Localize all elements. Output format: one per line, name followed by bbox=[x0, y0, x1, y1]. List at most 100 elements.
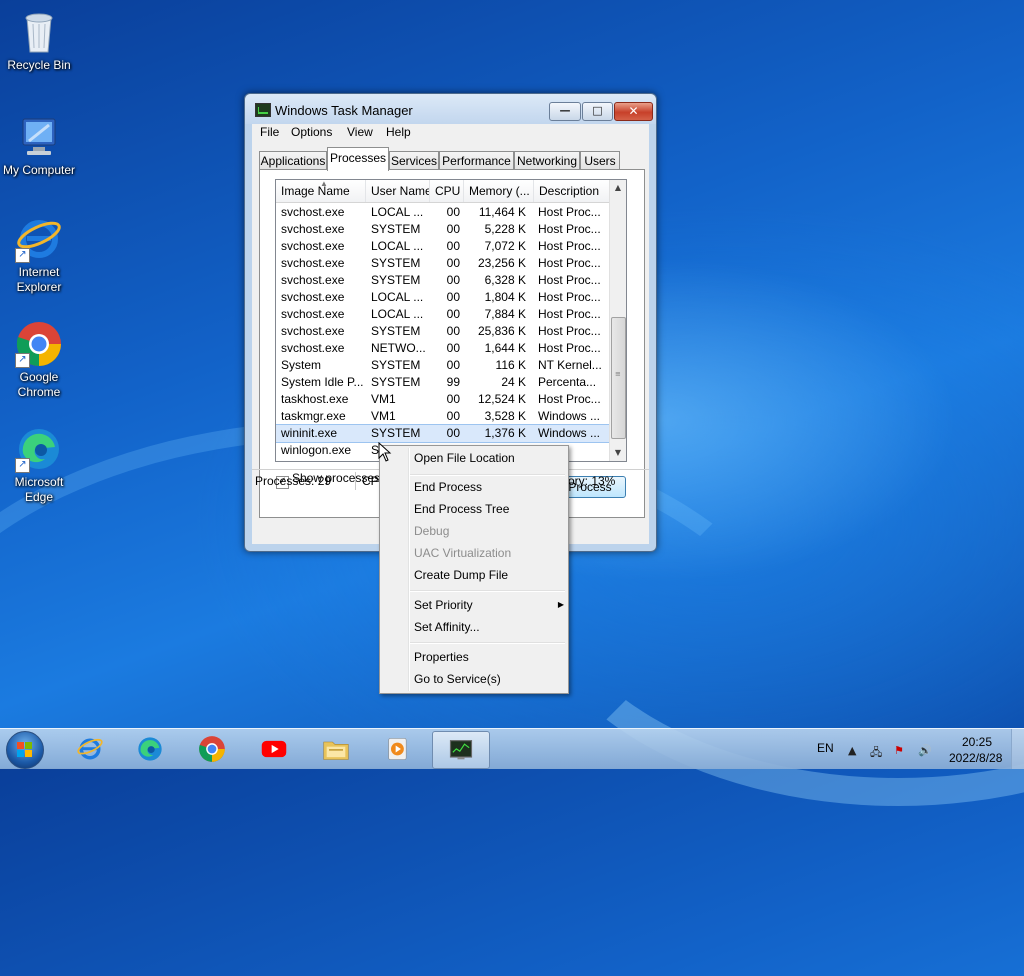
menu-set-affinity[interactable]: Set Affinity... bbox=[414, 617, 480, 637]
menu-set-priority[interactable]: Set Priority ▶ bbox=[414, 595, 564, 615]
mouse-cursor-icon bbox=[378, 442, 392, 462]
microsoft-edge-icon bbox=[138, 737, 162, 761]
cell-cpu: 00 bbox=[446, 205, 460, 219]
taskbar-youtube[interactable] bbox=[246, 731, 302, 767]
table-row[interactable]: taskhost.exe VM1 00 12,524 K Host Proc... bbox=[276, 391, 610, 408]
task-manager-icon bbox=[449, 740, 473, 760]
menu-open-file-location[interactable]: Open File Location bbox=[414, 448, 515, 468]
network-icon[interactable]: 🖧 bbox=[870, 744, 882, 763]
google-chrome-icon bbox=[199, 736, 225, 762]
column-memory[interactable]: Memory (... bbox=[464, 180, 534, 202]
language-indicator[interactable]: EN bbox=[817, 741, 834, 755]
table-row[interactable]: svchost.exe SYSTEM 00 6,328 K Host Proc... bbox=[276, 272, 610, 289]
cell-cpu: 00 bbox=[446, 239, 460, 253]
sort-up-icon: ▲ bbox=[320, 180, 328, 188]
scroll-up-icon[interactable]: ▲ bbox=[610, 180, 626, 196]
close-icon: ✕ bbox=[628, 104, 639, 118]
cell-name: svchost.exe bbox=[281, 273, 345, 287]
status-processes: Processes: 29 bbox=[255, 474, 332, 488]
cell-name: taskmgr.exe bbox=[281, 409, 346, 423]
desktop-icon-my-computer[interactable]: My Computer bbox=[0, 113, 78, 178]
scroll-down-icon[interactable]: ▼ bbox=[610, 445, 626, 461]
action-center-icon[interactable]: ⚑ bbox=[894, 744, 904, 757]
column-description[interactable]: Description bbox=[534, 180, 610, 202]
desktop-icon-google-chrome[interactable]: ↗ Google Chrome bbox=[0, 320, 78, 400]
cell-mem: 5,228 K bbox=[484, 222, 526, 236]
table-row[interactable]: svchost.exe NETWO... 00 1,644 K Host Proc... bbox=[276, 340, 610, 357]
cell-cpu: 00 bbox=[446, 222, 460, 236]
cell-name: svchost.exe bbox=[281, 205, 345, 219]
tab-networking[interactable]: Networking bbox=[514, 151, 580, 170]
start-button[interactable] bbox=[6, 731, 44, 769]
cell-user: SYSTEM bbox=[371, 426, 421, 440]
table-row[interactable]: taskmgr.exe VM1 00 3,528 K Windows ... bbox=[276, 408, 610, 425]
clock-time[interactable]: 20:25 bbox=[962, 735, 992, 749]
tab-applications[interactable]: Applications bbox=[259, 151, 327, 170]
show-hidden-icons-icon[interactable]: ▲ bbox=[848, 744, 856, 757]
scroll-thumb[interactable]: ≡ bbox=[611, 317, 626, 439]
maximize-button[interactable]: □ bbox=[582, 102, 613, 121]
tab-services[interactable]: Services bbox=[389, 151, 439, 170]
youtube-icon bbox=[261, 740, 287, 758]
cell-desc: Host Proc... bbox=[538, 307, 601, 321]
menu-file[interactable]: File bbox=[260, 125, 279, 139]
tab-processes[interactable]: Processes bbox=[327, 147, 389, 171]
menu-view[interactable]: View bbox=[347, 125, 373, 139]
cell-name: svchost.exe bbox=[281, 256, 345, 270]
process-list-header: ▲ Image Name User Name CPU Memory (... De… bbox=[276, 180, 610, 203]
menu-go-to-services[interactable]: Go to Service(s) bbox=[414, 669, 501, 689]
table-row[interactable]: svchost.exe LOCAL ... 00 11,464 K Host Proc.… bbox=[276, 204, 610, 221]
table-row[interactable]: svchost.exe LOCAL ... 00 7,072 K Host Proc..… bbox=[276, 238, 610, 255]
desktop-icon-microsoft-edge[interactable]: ↗ Microsoft Edge bbox=[0, 425, 78, 505]
table-row[interactable]: svchost.exe SYSTEM 00 23,256 K Host Proc... bbox=[276, 255, 610, 272]
menu-end-process[interactable]: End Process bbox=[414, 477, 482, 497]
context-menu[interactable]: Open File Location End Process End Proce… bbox=[379, 445, 569, 694]
table-row[interactable]: wininit.exe SYSTEM 00 1,376 K Windows ... bbox=[276, 424, 611, 443]
process-list[interactable]: ▲ Image Name User Name CPU Memory (... De… bbox=[275, 179, 627, 462]
menu-help[interactable]: Help bbox=[386, 125, 411, 139]
taskbar-file-explorer[interactable] bbox=[308, 731, 364, 767]
cell-mem: 116 K bbox=[495, 358, 526, 372]
clock-date[interactable]: 2022/8/28 bbox=[949, 751, 1002, 765]
window-titlebar[interactable]: Windows Task Manager — □ ✕ bbox=[245, 94, 656, 124]
volume-icon[interactable]: 🔊 bbox=[918, 744, 932, 757]
show-desktop-button[interactable] bbox=[1011, 729, 1024, 769]
cell-name: winlogon.exe bbox=[281, 443, 352, 457]
table-row[interactable]: svchost.exe LOCAL ... 00 7,884 K Host Proc..… bbox=[276, 306, 610, 323]
menu-end-process-tree[interactable]: End Process Tree bbox=[414, 499, 509, 519]
menu-options[interactable]: Options bbox=[291, 125, 332, 139]
submenu-arrow-icon: ▶ bbox=[557, 600, 564, 609]
table-row[interactable]: svchost.exe LOCAL ... 00 1,804 K Host Proc..… bbox=[276, 289, 610, 306]
cell-desc: Host Proc... bbox=[538, 273, 601, 287]
menu-set-priority-label: Set Priority bbox=[414, 598, 473, 612]
table-row[interactable]: System SYSTEM 00 116 K NT Kernel... bbox=[276, 357, 610, 374]
table-row[interactable]: svchost.exe SYSTEM 00 5,228 K Host Proc... bbox=[276, 221, 610, 238]
table-row[interactable]: System Idle P... SYSTEM 99 24 K Percenta... bbox=[276, 374, 610, 391]
tab-performance[interactable]: Performance bbox=[439, 151, 514, 170]
taskbar-media-player[interactable] bbox=[370, 731, 426, 767]
cell-cpu: 00 bbox=[446, 392, 460, 406]
cell-cpu: 00 bbox=[446, 290, 460, 304]
taskbar-internet-explorer[interactable] bbox=[62, 731, 118, 767]
column-user-name[interactable]: User Name bbox=[366, 180, 430, 202]
table-row[interactable]: svchost.exe SYSTEM 00 25,836 K Host Proc... bbox=[276, 323, 610, 340]
desktop-icon-recycle-bin[interactable]: Recycle Bin bbox=[0, 8, 78, 73]
column-cpu[interactable]: CPU bbox=[430, 180, 464, 202]
minimize-button[interactable]: — bbox=[549, 102, 581, 121]
desktop-icon-internet-explorer[interactable]: ↗ Internet Explorer bbox=[0, 215, 78, 295]
tab-users[interactable]: Users bbox=[580, 151, 620, 170]
menu-properties[interactable]: Properties bbox=[414, 647, 469, 667]
taskbar-microsoft-edge[interactable] bbox=[122, 731, 178, 767]
menu-create-dump-file[interactable]: Create Dump File bbox=[414, 565, 508, 585]
close-button[interactable]: ✕ bbox=[614, 102, 653, 121]
cell-user: SYSTEM bbox=[371, 222, 421, 236]
maximize-icon: □ bbox=[592, 104, 603, 117]
cell-desc: Host Proc... bbox=[538, 392, 601, 406]
cell-mem: 7,884 K bbox=[484, 307, 526, 321]
taskbar-task-manager[interactable] bbox=[432, 731, 490, 769]
cell-name: taskhost.exe bbox=[281, 392, 349, 406]
process-list-scrollbar[interactable]: ▲ ≡ ▼ bbox=[609, 180, 626, 461]
taskbar-google-chrome[interactable] bbox=[184, 731, 240, 767]
cell-name: wininit.exe bbox=[281, 426, 338, 440]
column-image-name[interactable]: ▲ Image Name bbox=[276, 180, 366, 202]
